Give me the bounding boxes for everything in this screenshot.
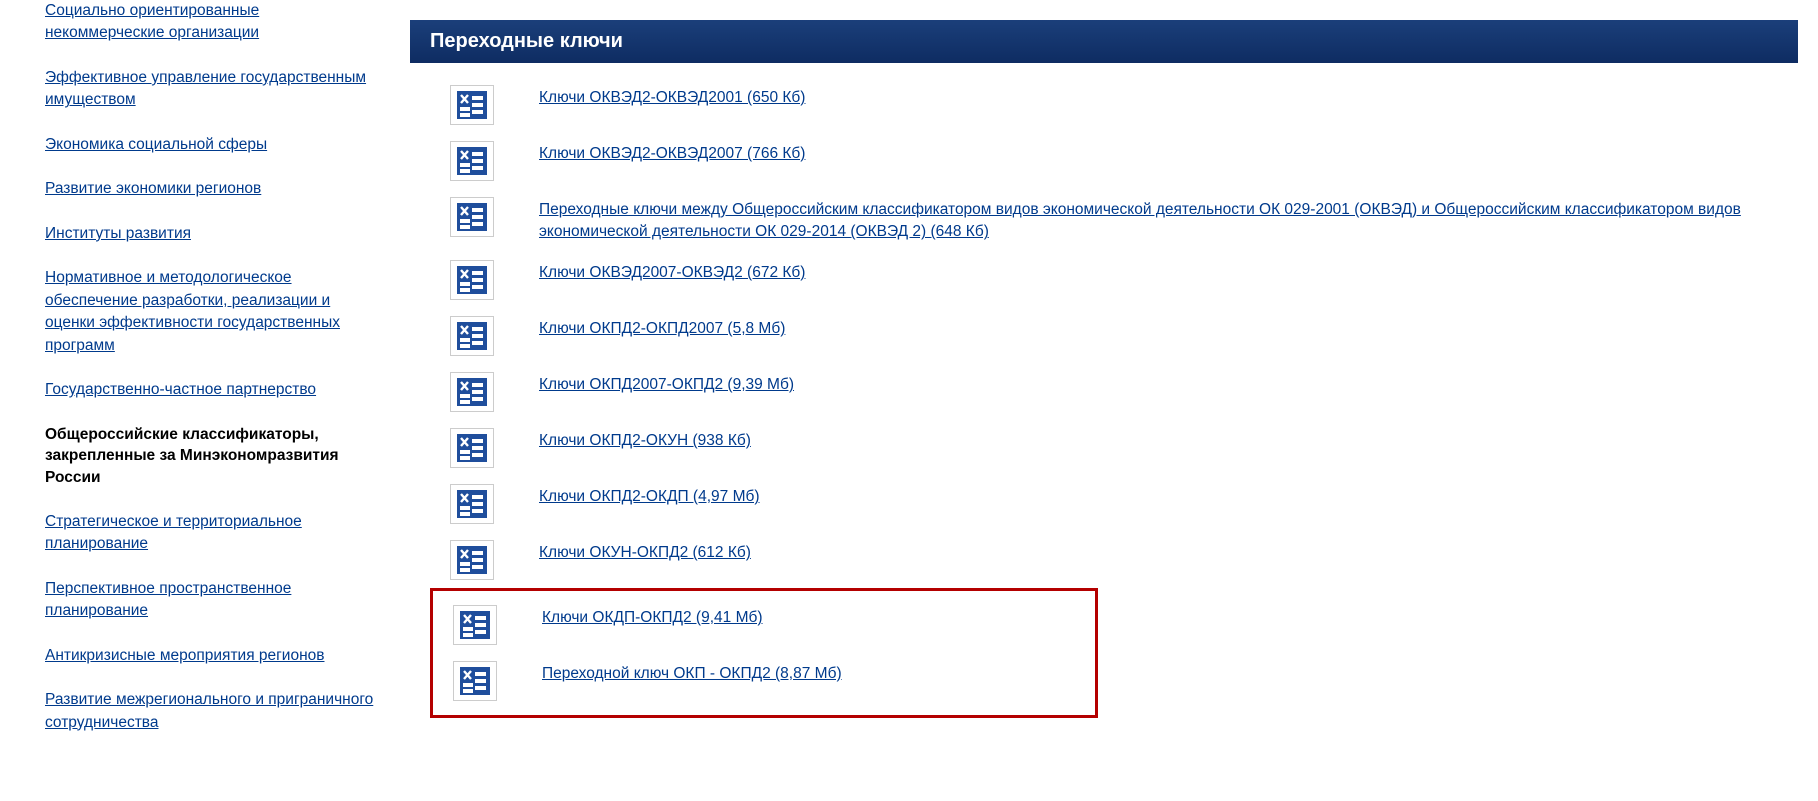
sidebar-link[interactable]: Государственно-частное партнерство bbox=[45, 381, 316, 398]
sidebar-item[interactable]: Экономика социальной сферы bbox=[45, 134, 375, 156]
excel-icon bbox=[460, 667, 490, 695]
sidebar-nav: Социально ориентированные некоммерческие… bbox=[30, 0, 410, 756]
file-row: Ключи ОКПД2-ОКПД2007 (5,8 Мб) bbox=[410, 308, 1798, 364]
file-row: Переходной ключ ОКП - ОКПД2 (8,87 Мб) bbox=[433, 653, 1095, 709]
file-link[interactable]: Ключи ОКПД2-ОКУН (938 Кб) bbox=[539, 428, 751, 452]
file-icon[interactable] bbox=[450, 260, 494, 300]
file-icon[interactable] bbox=[450, 141, 494, 181]
file-row: Ключи ОКПД2-ОКДП (4,97 Мб) bbox=[410, 476, 1798, 532]
file-row: Ключи ОКПД2-ОКУН (938 Кб) bbox=[410, 420, 1798, 476]
file-list: Ключи ОКВЭД2-ОКВЭД2001 (650 Кб) Ключи ОКВ… bbox=[410, 77, 1798, 718]
main-content: Переходные ключи Ключи ОКВЭД2-ОКВЭД2001 … bbox=[410, 0, 1798, 756]
file-link[interactable]: Ключи ОКДП-ОКПД2 (9,41 Мб) bbox=[542, 605, 763, 629]
sidebar-link[interactable]: Развитие экономики регионов bbox=[45, 180, 261, 197]
sidebar-link[interactable]: Экономика социальной сферы bbox=[45, 136, 267, 153]
excel-icon bbox=[457, 378, 487, 406]
file-row: Ключи ОКВЭД2007-ОКВЭД2 (672 Кб) bbox=[410, 252, 1798, 308]
file-link[interactable]: Ключи ОКПД2-ОКДП (4,97 Мб) bbox=[539, 484, 760, 508]
file-row: Ключи ОКДП-ОКПД2 (9,41 Мб) bbox=[433, 597, 1095, 653]
file-link[interactable]: Переходные ключи между Общероссийским кл… bbox=[539, 197, 1798, 244]
sidebar-link[interactable]: Антикризисные мероприятия регионов bbox=[45, 647, 324, 664]
excel-icon bbox=[457, 266, 487, 294]
file-icon[interactable] bbox=[450, 85, 494, 125]
sidebar-link[interactable]: Стратегическое и территориальное планиро… bbox=[45, 513, 302, 552]
highlight-box: Ключи ОКДП-ОКПД2 (9,41 Мб) Переходной клю… bbox=[430, 588, 1098, 718]
file-link[interactable]: Ключи ОКПД2-ОКПД2007 (5,8 Мб) bbox=[539, 316, 785, 340]
sidebar-item[interactable]: Социально ориентированные некоммерческие… bbox=[45, 0, 375, 45]
sidebar-link[interactable]: Социально ориентированные некоммерческие… bbox=[45, 2, 259, 41]
excel-icon bbox=[460, 611, 490, 639]
file-row: Ключи ОКУН-ОКПД2 (612 Кб) bbox=[410, 532, 1798, 588]
sidebar-item[interactable]: Развитие межрегионального и приграничног… bbox=[45, 689, 375, 734]
file-icon[interactable] bbox=[450, 428, 494, 468]
file-link[interactable]: Ключи ОКВЭД2007-ОКВЭД2 (672 Кб) bbox=[539, 260, 805, 284]
file-icon[interactable] bbox=[453, 661, 497, 701]
excel-icon bbox=[457, 203, 487, 231]
excel-icon bbox=[457, 147, 487, 175]
sidebar-item[interactable]: Развитие экономики регионов bbox=[45, 178, 375, 200]
file-icon[interactable] bbox=[450, 540, 494, 580]
excel-icon bbox=[457, 322, 487, 350]
file-row: Ключи ОКВЭД2-ОКВЭД2007 (766 Кб) bbox=[410, 133, 1798, 189]
sidebar-item[interactable]: Нормативное и методологическое обеспечен… bbox=[45, 267, 375, 357]
file-icon[interactable] bbox=[450, 484, 494, 524]
sidebar-link[interactable]: Эффективное управление государственным и… bbox=[45, 69, 366, 108]
file-link[interactable]: Ключи ОКВЭД2-ОКВЭД2001 (650 Кб) bbox=[539, 85, 805, 109]
file-link[interactable]: Ключи ОКПД2007-ОКПД2 (9,39 Мб) bbox=[539, 372, 794, 396]
sidebar-link[interactable]: Перспективное пространственное планирова… bbox=[45, 580, 291, 619]
sidebar-link[interactable]: Развитие межрегионального и приграничног… bbox=[45, 691, 373, 730]
sidebar-link[interactable]: Институты развития bbox=[45, 225, 191, 242]
file-icon[interactable] bbox=[450, 316, 494, 356]
sidebar-item: Общероссийские классификаторы, закреплен… bbox=[45, 424, 375, 489]
sidebar-item[interactable]: Эффективное управление государственным и… bbox=[45, 67, 375, 112]
file-row: Переходные ключи между Общероссийским кл… bbox=[410, 189, 1798, 252]
excel-icon bbox=[457, 546, 487, 574]
excel-icon bbox=[457, 91, 487, 119]
sidebar-link[interactable]: Нормативное и методологическое обеспечен… bbox=[45, 269, 340, 353]
file-row: Ключи ОКПД2007-ОКПД2 (9,39 Мб) bbox=[410, 364, 1798, 420]
section-header: Переходные ключи bbox=[410, 20, 1798, 63]
file-icon[interactable] bbox=[453, 605, 497, 645]
file-link[interactable]: Ключи ОКВЭД2-ОКВЭД2007 (766 Кб) bbox=[539, 141, 805, 165]
excel-icon bbox=[457, 434, 487, 462]
sidebar-item[interactable]: Институты развития bbox=[45, 223, 375, 245]
file-icon[interactable] bbox=[450, 372, 494, 412]
file-row: Ключи ОКВЭД2-ОКВЭД2001 (650 Кб) bbox=[410, 77, 1798, 133]
sidebar-item[interactable]: Антикризисные мероприятия регионов bbox=[45, 645, 375, 667]
file-link[interactable]: Ключи ОКУН-ОКПД2 (612 Кб) bbox=[539, 540, 751, 564]
file-link[interactable]: Переходной ключ ОКП - ОКПД2 (8,87 Мб) bbox=[542, 661, 842, 685]
file-icon[interactable] bbox=[450, 197, 494, 237]
sidebar-item[interactable]: Перспективное пространственное планирова… bbox=[45, 578, 375, 623]
sidebar-item[interactable]: Стратегическое и территориальное планиро… bbox=[45, 511, 375, 556]
sidebar-item[interactable]: Государственно-частное партнерство bbox=[45, 379, 375, 401]
excel-icon bbox=[457, 490, 487, 518]
